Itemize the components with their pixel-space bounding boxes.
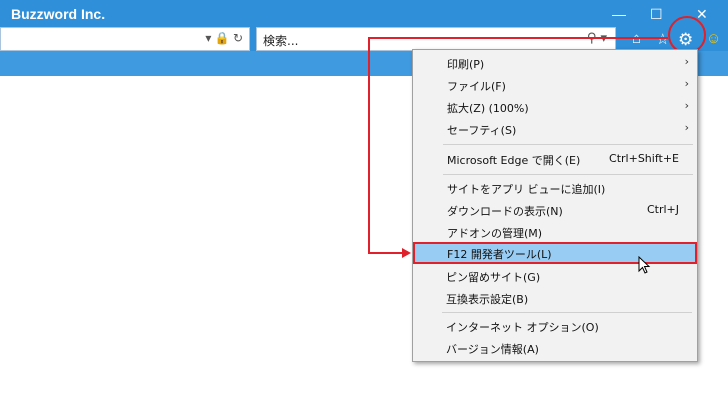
menu-item-about[interactable]: バージョン情報(A) — [412, 337, 696, 359]
annotation-arrowhead — [402, 248, 411, 258]
annotation-line-bottom — [368, 252, 404, 254]
window-title: Buzzword Inc. — [11, 6, 106, 22]
search-box[interactable]: 検索... ⚲ ▾ — [256, 27, 616, 51]
annotation-line-top — [368, 37, 668, 39]
annotation-line-vertical — [368, 37, 370, 253]
smiley-icon[interactable]: ☺ — [706, 30, 721, 47]
menu-item-internet-options[interactable]: インターネット オプション(O) — [412, 315, 696, 337]
tools-menu-lower: ピン留めサイト(G) 互換表示設定(B) インターネット オプション(O) バー… — [412, 49, 698, 362]
title-bar: Buzzword Inc. — ☐ ✕ — [0, 0, 728, 29]
search-placeholder: 検索... — [263, 34, 299, 48]
mouse-cursor-icon — [638, 256, 651, 274]
minimize-button[interactable]: — — [612, 6, 626, 22]
menu-item-compat-view[interactable]: 互換表示設定(B) — [412, 287, 696, 309]
address-bar[interactable]: ▾ 🔒 ↻ — [0, 27, 250, 51]
menu-separator — [442, 312, 692, 313]
menu-item-pinned-site[interactable]: ピン留めサイト(G) — [412, 265, 696, 287]
address-bar-icons[interactable]: ▾ 🔒 ↻ — [205, 31, 243, 45]
maximize-button[interactable]: ☐ — [650, 6, 663, 23]
